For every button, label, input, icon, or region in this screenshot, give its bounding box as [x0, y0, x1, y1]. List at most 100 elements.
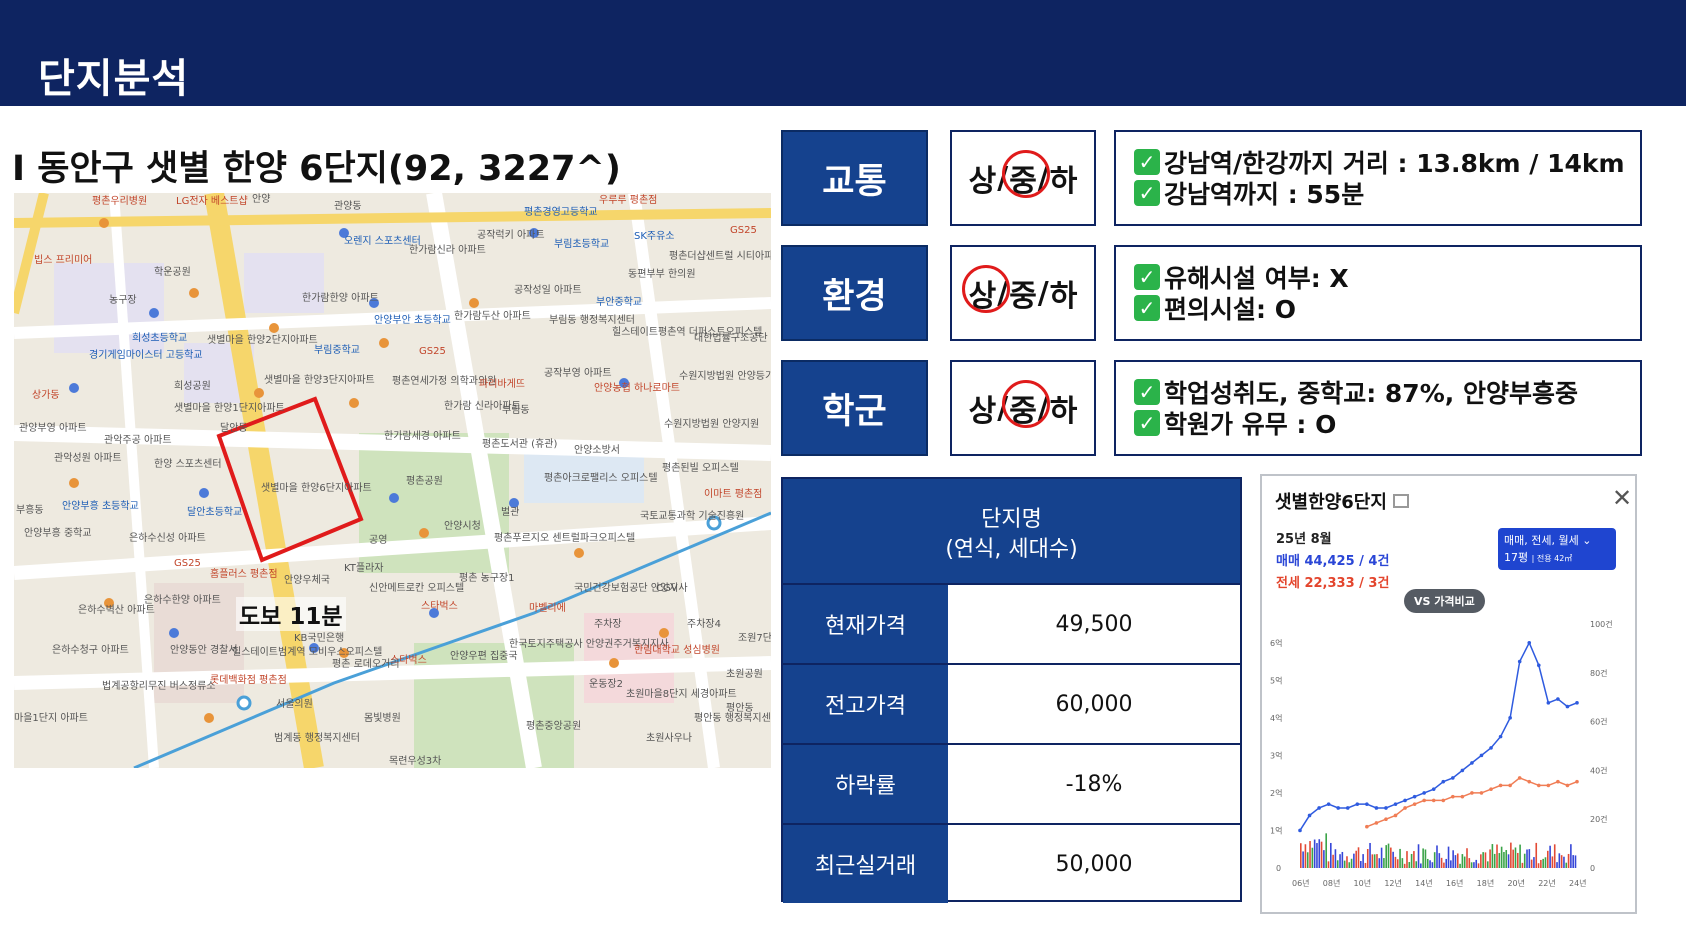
- map-label: 은하수벽산 아파트: [78, 605, 155, 616]
- volume-bar: [1572, 855, 1574, 868]
- volume-bar: [1475, 859, 1478, 868]
- y-left-tick: 5억: [1270, 675, 1282, 685]
- volume-bar: [1535, 842, 1538, 868]
- grade-mid-selected: 중: [1002, 150, 1050, 200]
- map-label: 대한법률구조공단 안양출장소: [694, 333, 771, 344]
- x-tick: 20년: [1507, 878, 1525, 888]
- volume-bar: [1514, 847, 1517, 868]
- map-label: 부림초등학교: [554, 239, 610, 250]
- volume-bar: [1323, 850, 1325, 868]
- y-right-tick: 80건: [1590, 668, 1608, 678]
- series-point-전세: [1556, 779, 1560, 784]
- volume-bar: [1537, 863, 1540, 868]
- series-point-매매: [1489, 746, 1493, 750]
- volume-bar: [1353, 853, 1355, 868]
- table-row: 최근실거래 50,000: [783, 823, 1240, 903]
- category-school: 학군: [781, 360, 928, 456]
- series-line-매매: [1299, 640, 1578, 831]
- map-label: 안양우편 집중국: [450, 651, 518, 662]
- map-label: GS25: [174, 558, 201, 569]
- check-icon: ✓: [1134, 148, 1160, 175]
- series-point-매매: [1460, 768, 1465, 773]
- series-point-매매: [1517, 659, 1522, 664]
- table-row: 전고가격 60,000: [783, 663, 1240, 743]
- peak-price-value: 60,000: [1055, 691, 1133, 717]
- series-point-매매: [1575, 701, 1579, 705]
- volume-bar: [1403, 863, 1406, 868]
- volume-bar: [1415, 861, 1418, 868]
- category-environment: 환경: [781, 245, 928, 341]
- map-label: 몸빛병원: [364, 713, 401, 724]
- map-label: 안양부안 초등학교: [374, 315, 451, 326]
- volume-bar: [1556, 862, 1558, 868]
- map-label: 부림동 행정복지센터: [549, 315, 635, 326]
- deal-type-filter-button[interactable]: 매매, 전세, 월세 ⌄ 17평 | 전용 42㎡: [1498, 528, 1616, 570]
- x-tick: 24년: [1569, 878, 1587, 888]
- current-price-label: 현재가격: [783, 585, 948, 663]
- series-point-전세: [1546, 783, 1551, 788]
- map-label: 공영: [369, 535, 388, 546]
- deal-type-filter-label: 매매, 전세, 월세 ⌄: [1504, 534, 1592, 547]
- map-label: 수원지방법원 안양지원: [664, 419, 760, 430]
- map-label: 스타벅스: [390, 655, 427, 666]
- series-point-전세: [1451, 794, 1455, 799]
- map-label: 주차장4: [687, 619, 721, 630]
- sale-summary: 매매 44,425 / 4건: [1276, 554, 1390, 569]
- map-label: 홈플러스 평촌점: [210, 569, 278, 580]
- transport-line-2: 강남역까지 : 55분: [1164, 179, 1365, 209]
- map-label: 관악주공 아파트: [104, 435, 172, 446]
- series-point-전세: [1460, 794, 1465, 799]
- map-label: 벌관: [501, 507, 520, 518]
- volume-bar: [1445, 858, 1448, 868]
- y-left-tick: 1억: [1270, 825, 1282, 835]
- map-label: 달안동: [220, 423, 248, 434]
- location-map[interactable]: 평촌우리병원 LG전자 베스트샵 안양 관양동 평촌경영고등학교 우루루 평촌점…: [14, 193, 771, 768]
- map-label: KT플라자: [344, 563, 384, 574]
- volume-bar: [1385, 845, 1388, 868]
- y-right-tick: 40건: [1590, 765, 1608, 775]
- map-label: 초원마을8단지 세경아파트: [626, 689, 737, 700]
- chart-card-title: 샛별한양6단지: [1275, 488, 1409, 514]
- map-label: 빕스 프리미어: [34, 255, 93, 266]
- map-label: 법계공항리무진 버스정류소: [102, 681, 216, 692]
- volume-bar: [1468, 858, 1471, 868]
- grade-high: 상: [968, 164, 997, 199]
- map-icon[interactable]: [1392, 494, 1409, 508]
- current-price-value: 49,500: [1055, 611, 1133, 637]
- close-icon[interactable]: ✕: [1612, 484, 1632, 512]
- map-label: GS25: [419, 346, 446, 357]
- y-left-tick: 4억: [1270, 713, 1282, 723]
- map-label: 평촌푸르지오 센트럴파크오피스텔: [494, 533, 636, 544]
- map-label: 샛별마을 한양1단지아파트: [174, 403, 285, 414]
- series-point-매매: [1336, 806, 1341, 810]
- volume-bar: [1491, 844, 1494, 868]
- table-row: 현재가격 49,500: [783, 583, 1240, 663]
- series-point-전세: [1517, 776, 1522, 780]
- map-label: 희성초등학교: [132, 333, 188, 344]
- area-label: | 전용 42㎡: [1531, 554, 1573, 563]
- volume-bar: [1309, 841, 1311, 868]
- series-point-매매: [1412, 794, 1417, 799]
- volume-bar: [1438, 853, 1441, 868]
- volume-bar: [1348, 862, 1351, 868]
- map-label: 공작럭키 아파트: [477, 230, 545, 241]
- volume-bar: [1417, 844, 1420, 868]
- volume-bar: [1551, 856, 1554, 868]
- volume-bar: [1420, 863, 1422, 868]
- volume-bar: [1521, 862, 1524, 868]
- map-label: 평촌공원: [406, 476, 443, 487]
- check-icon: ✓: [1134, 409, 1160, 436]
- grade-high: 상: [968, 394, 997, 429]
- volume-bar: [1558, 853, 1561, 868]
- series-point-전세: [1575, 779, 1579, 784]
- map-label: 샛별마을 한양6단지아파트: [261, 483, 372, 494]
- map-label: 달안초등학교: [187, 507, 243, 518]
- series-point-전세: [1489, 787, 1493, 791]
- volume-bar: [1383, 858, 1385, 868]
- map-label: 서울의원: [276, 699, 313, 710]
- volume-bar: [1343, 860, 1346, 868]
- map-label: 한가람한양 아파트: [302, 293, 379, 304]
- volume-bar: [1466, 848, 1468, 868]
- y-left-tick: 6억: [1270, 638, 1282, 648]
- map-label: 범계동 행정복지센터: [274, 733, 360, 744]
